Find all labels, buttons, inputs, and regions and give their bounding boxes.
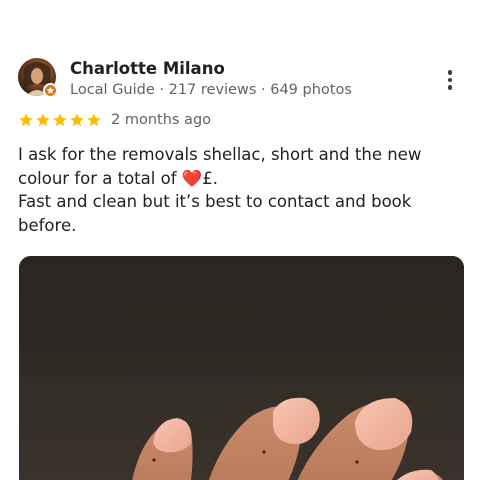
- author-name[interactable]: Charlotte Milano: [70, 58, 352, 80]
- review-time: 2 months ago: [111, 112, 212, 128]
- review-text: I ask for the removals shellac, short an…: [18, 143, 458, 237]
- author-avatar-button[interactable]: [18, 58, 58, 98]
- star-icon: [70, 113, 84, 127]
- review-card: Charlotte Milano Local Guide · 217 revie…: [0, 0, 480, 480]
- local-guide-badge-icon: [43, 83, 58, 98]
- author-info: Charlotte Milano Local Guide · 217 revie…: [70, 58, 352, 100]
- review-header: Charlotte Milano Local Guide · 217 revie…: [18, 58, 352, 100]
- rating-row: 2 months ago: [18, 110, 211, 130]
- star-icon: [36, 113, 50, 127]
- review-photo[interactable]: [19, 256, 464, 480]
- more-vertical-icon: [447, 70, 453, 75]
- star-icon: [87, 113, 101, 127]
- more-options-button[interactable]: [438, 66, 462, 94]
- star-icon: [53, 113, 67, 127]
- star-icon: [19, 113, 33, 127]
- star-rating: [18, 112, 103, 128]
- heart-emoji-icon: ❤️: [181, 168, 203, 188]
- author-meta: Local Guide · 217 reviews · 649 photos: [70, 82, 352, 98]
- review-text-part-1: I ask for the removals shellac, short an…: [18, 145, 422, 188]
